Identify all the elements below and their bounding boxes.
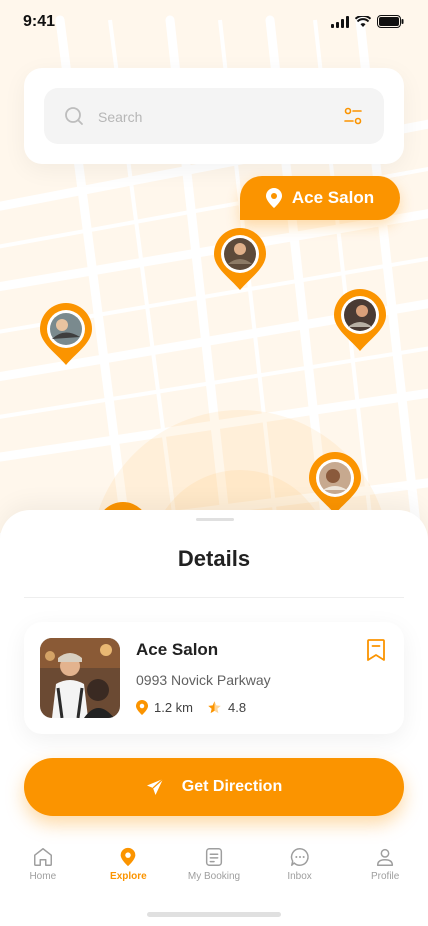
home-icon bbox=[33, 848, 52, 866]
map-pin[interactable] bbox=[334, 289, 386, 351]
document-icon bbox=[205, 848, 223, 866]
user-icon bbox=[377, 848, 394, 866]
battery-icon bbox=[377, 15, 404, 28]
selected-salon-name: Ace Salon bbox=[291, 188, 375, 207]
home-indicator bbox=[147, 912, 281, 917]
location-pin-icon bbox=[265, 188, 282, 208]
salon-meta: 1.2 km 4.8 bbox=[136, 700, 260, 715]
nav-label: Profile bbox=[370, 871, 400, 882]
nav-item-home[interactable]: Home bbox=[0, 846, 86, 894]
salon-name: Ace Salon bbox=[136, 640, 219, 659]
star-half-icon bbox=[208, 701, 221, 714]
location-pin-icon bbox=[121, 847, 136, 867]
search-input[interactable] bbox=[96, 104, 320, 130]
salon-rating: 4.8 bbox=[228, 700, 247, 715]
bottom-nav: Home Explore My Booking Inbox Profile bbox=[0, 846, 428, 894]
nav-label: Inbox bbox=[287, 871, 312, 882]
get-direction-button[interactable]: Get Direction bbox=[24, 758, 404, 816]
map-pin[interactable] bbox=[214, 228, 266, 290]
search-icon bbox=[65, 107, 83, 125]
bookmark-icon[interactable] bbox=[366, 638, 386, 662]
get-direction-label: Get Direction bbox=[181, 778, 283, 795]
selected-salon-chip[interactable]: Ace Salon bbox=[240, 176, 400, 220]
salon-card[interactable]: Ace Salon 0993 Novick Parkway 1.2 km 4.8 bbox=[24, 622, 404, 734]
wifi-icon bbox=[355, 15, 371, 27]
nav-label: Home bbox=[29, 871, 57, 882]
signal-icon bbox=[331, 15, 349, 28]
search-bar[interactable] bbox=[44, 88, 384, 144]
search-card bbox=[24, 68, 404, 164]
divider bbox=[24, 597, 404, 598]
salon-photo bbox=[40, 638, 120, 718]
nav-item-my-booking[interactable]: My Booking bbox=[171, 846, 257, 894]
filter-icon[interactable] bbox=[344, 107, 362, 125]
map-pin[interactable] bbox=[309, 452, 361, 514]
nav-item-explore[interactable]: Explore bbox=[86, 846, 172, 894]
status-bar: 9:41 bbox=[0, 0, 428, 44]
drag-handle[interactable] bbox=[196, 518, 234, 521]
map-pin[interactable] bbox=[40, 303, 92, 365]
details-title: Details bbox=[177, 546, 251, 571]
salon-distance: 1.2 km bbox=[154, 700, 194, 715]
nav-item-profile[interactable]: Profile bbox=[342, 846, 428, 894]
location-pin-icon bbox=[136, 700, 148, 715]
send-icon bbox=[146, 778, 164, 795]
chat-icon bbox=[290, 848, 309, 866]
salon-address: 0993 Novick Parkway bbox=[136, 672, 271, 688]
nav-label: My Booking bbox=[187, 871, 241, 882]
nav-label: Explore bbox=[110, 871, 147, 882]
status-time: 9:41 bbox=[23, 13, 56, 30]
nav-item-inbox[interactable]: Inbox bbox=[257, 846, 343, 894]
